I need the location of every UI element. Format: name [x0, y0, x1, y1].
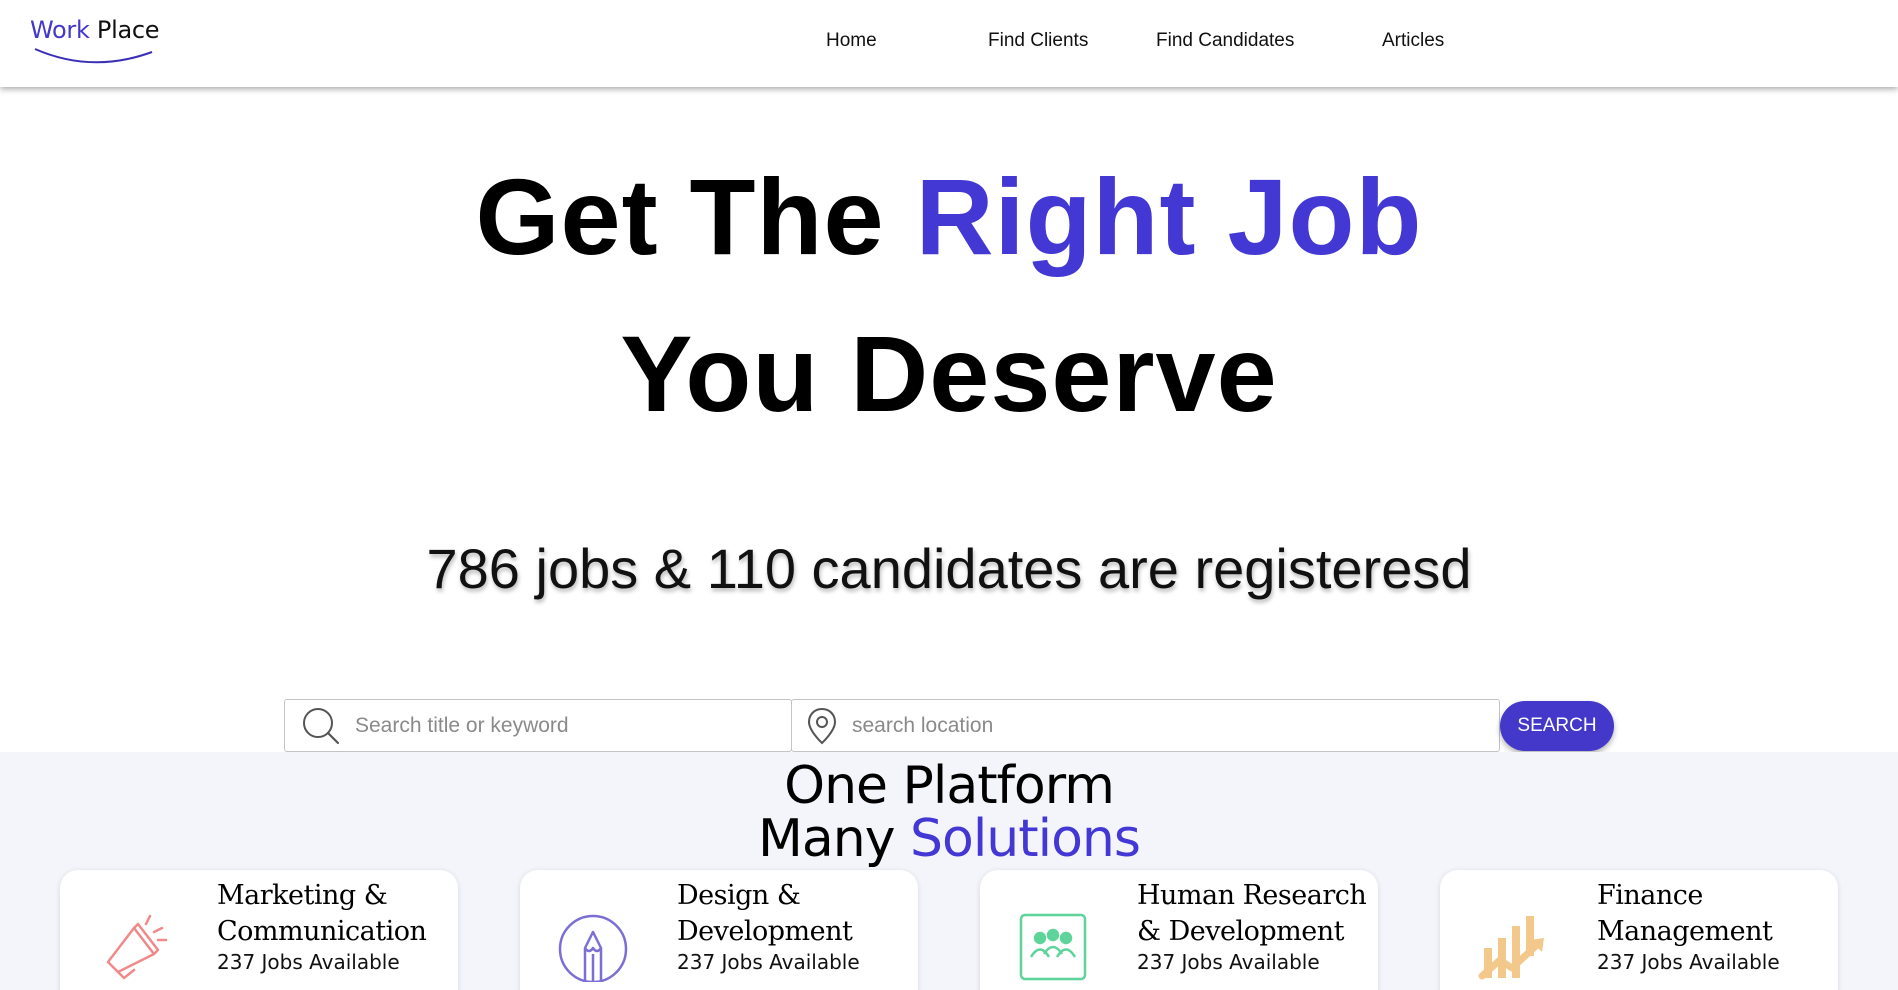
nav-find-candidates-link[interactable]: Find Candidates [1156, 30, 1294, 52]
logo-swoosh-icon [34, 48, 153, 64]
category-card-marketing[interactable]: Marketing & Communication 237 Jobs Avail… [60, 870, 458, 990]
category-title: Human Research & Development [1137, 880, 1367, 947]
category-job-count: 237 Jobs Available [217, 950, 400, 974]
location-search-field[interactable] [791, 699, 1500, 752]
category-card-finance[interactable]: Finance Management 237 Jobs Available [1440, 870, 1838, 990]
hero-title-line1: Get The Right Job [0, 163, 1898, 271]
section-title-line1: One Platform [784, 756, 1115, 816]
hero-title-prefix: Get The [475, 156, 916, 277]
location-pin-icon [807, 707, 837, 744]
navbar: Work Place Home Find Clients Find Candid… [0, 0, 1898, 87]
section-title-accent: Solutions [910, 809, 1141, 869]
category-job-count: 237 Jobs Available [1137, 950, 1320, 974]
solutions-section: One Platform Many Solutions Marketing & … [0, 752, 1898, 990]
logo[interactable]: Work Place [30, 16, 162, 66]
category-title: Design & Development [677, 880, 853, 947]
category-card-design[interactable]: Design & Development 237 Jobs Available [520, 870, 918, 990]
nav-home-link[interactable]: Home [826, 30, 877, 52]
keyword-search-field[interactable] [284, 699, 792, 752]
pencil-icon [558, 914, 628, 982]
logo-text: Work Place [30, 16, 162, 44]
registration-stats: 786 jobs & 110 candidates are registeres… [426, 537, 1472, 600]
category-title: Finance Management [1597, 880, 1773, 947]
search-icon [303, 707, 340, 744]
category-job-count: 237 Jobs Available [1597, 950, 1780, 974]
keyword-search-input[interactable] [355, 700, 791, 751]
category-card-human-research[interactable]: Human Research & Development 237 Jobs Av… [980, 870, 1378, 990]
hero-title-line2: You Deserve [620, 313, 1278, 434]
section-title-line2: Many Solutions [0, 813, 1898, 865]
growth-chart-icon [1478, 916, 1544, 980]
location-search-input[interactable] [852, 700, 1499, 751]
megaphone-icon [106, 914, 168, 980]
logo-place-text: Place [89, 16, 160, 44]
logo-work-text: Work [30, 16, 90, 44]
section-title-prefix: Many [758, 809, 911, 869]
hero-title-accent: Right Job [915, 156, 1423, 277]
nav-find-clients-link[interactable]: Find Clients [988, 30, 1088, 52]
search-button[interactable]: SEARCH [1500, 701, 1614, 751]
nav-articles-link[interactable]: Articles [1382, 30, 1444, 52]
team-icon [1019, 913, 1087, 981]
category-job-count: 237 Jobs Available [677, 950, 860, 974]
category-title: Marketing & Communication [217, 880, 427, 947]
